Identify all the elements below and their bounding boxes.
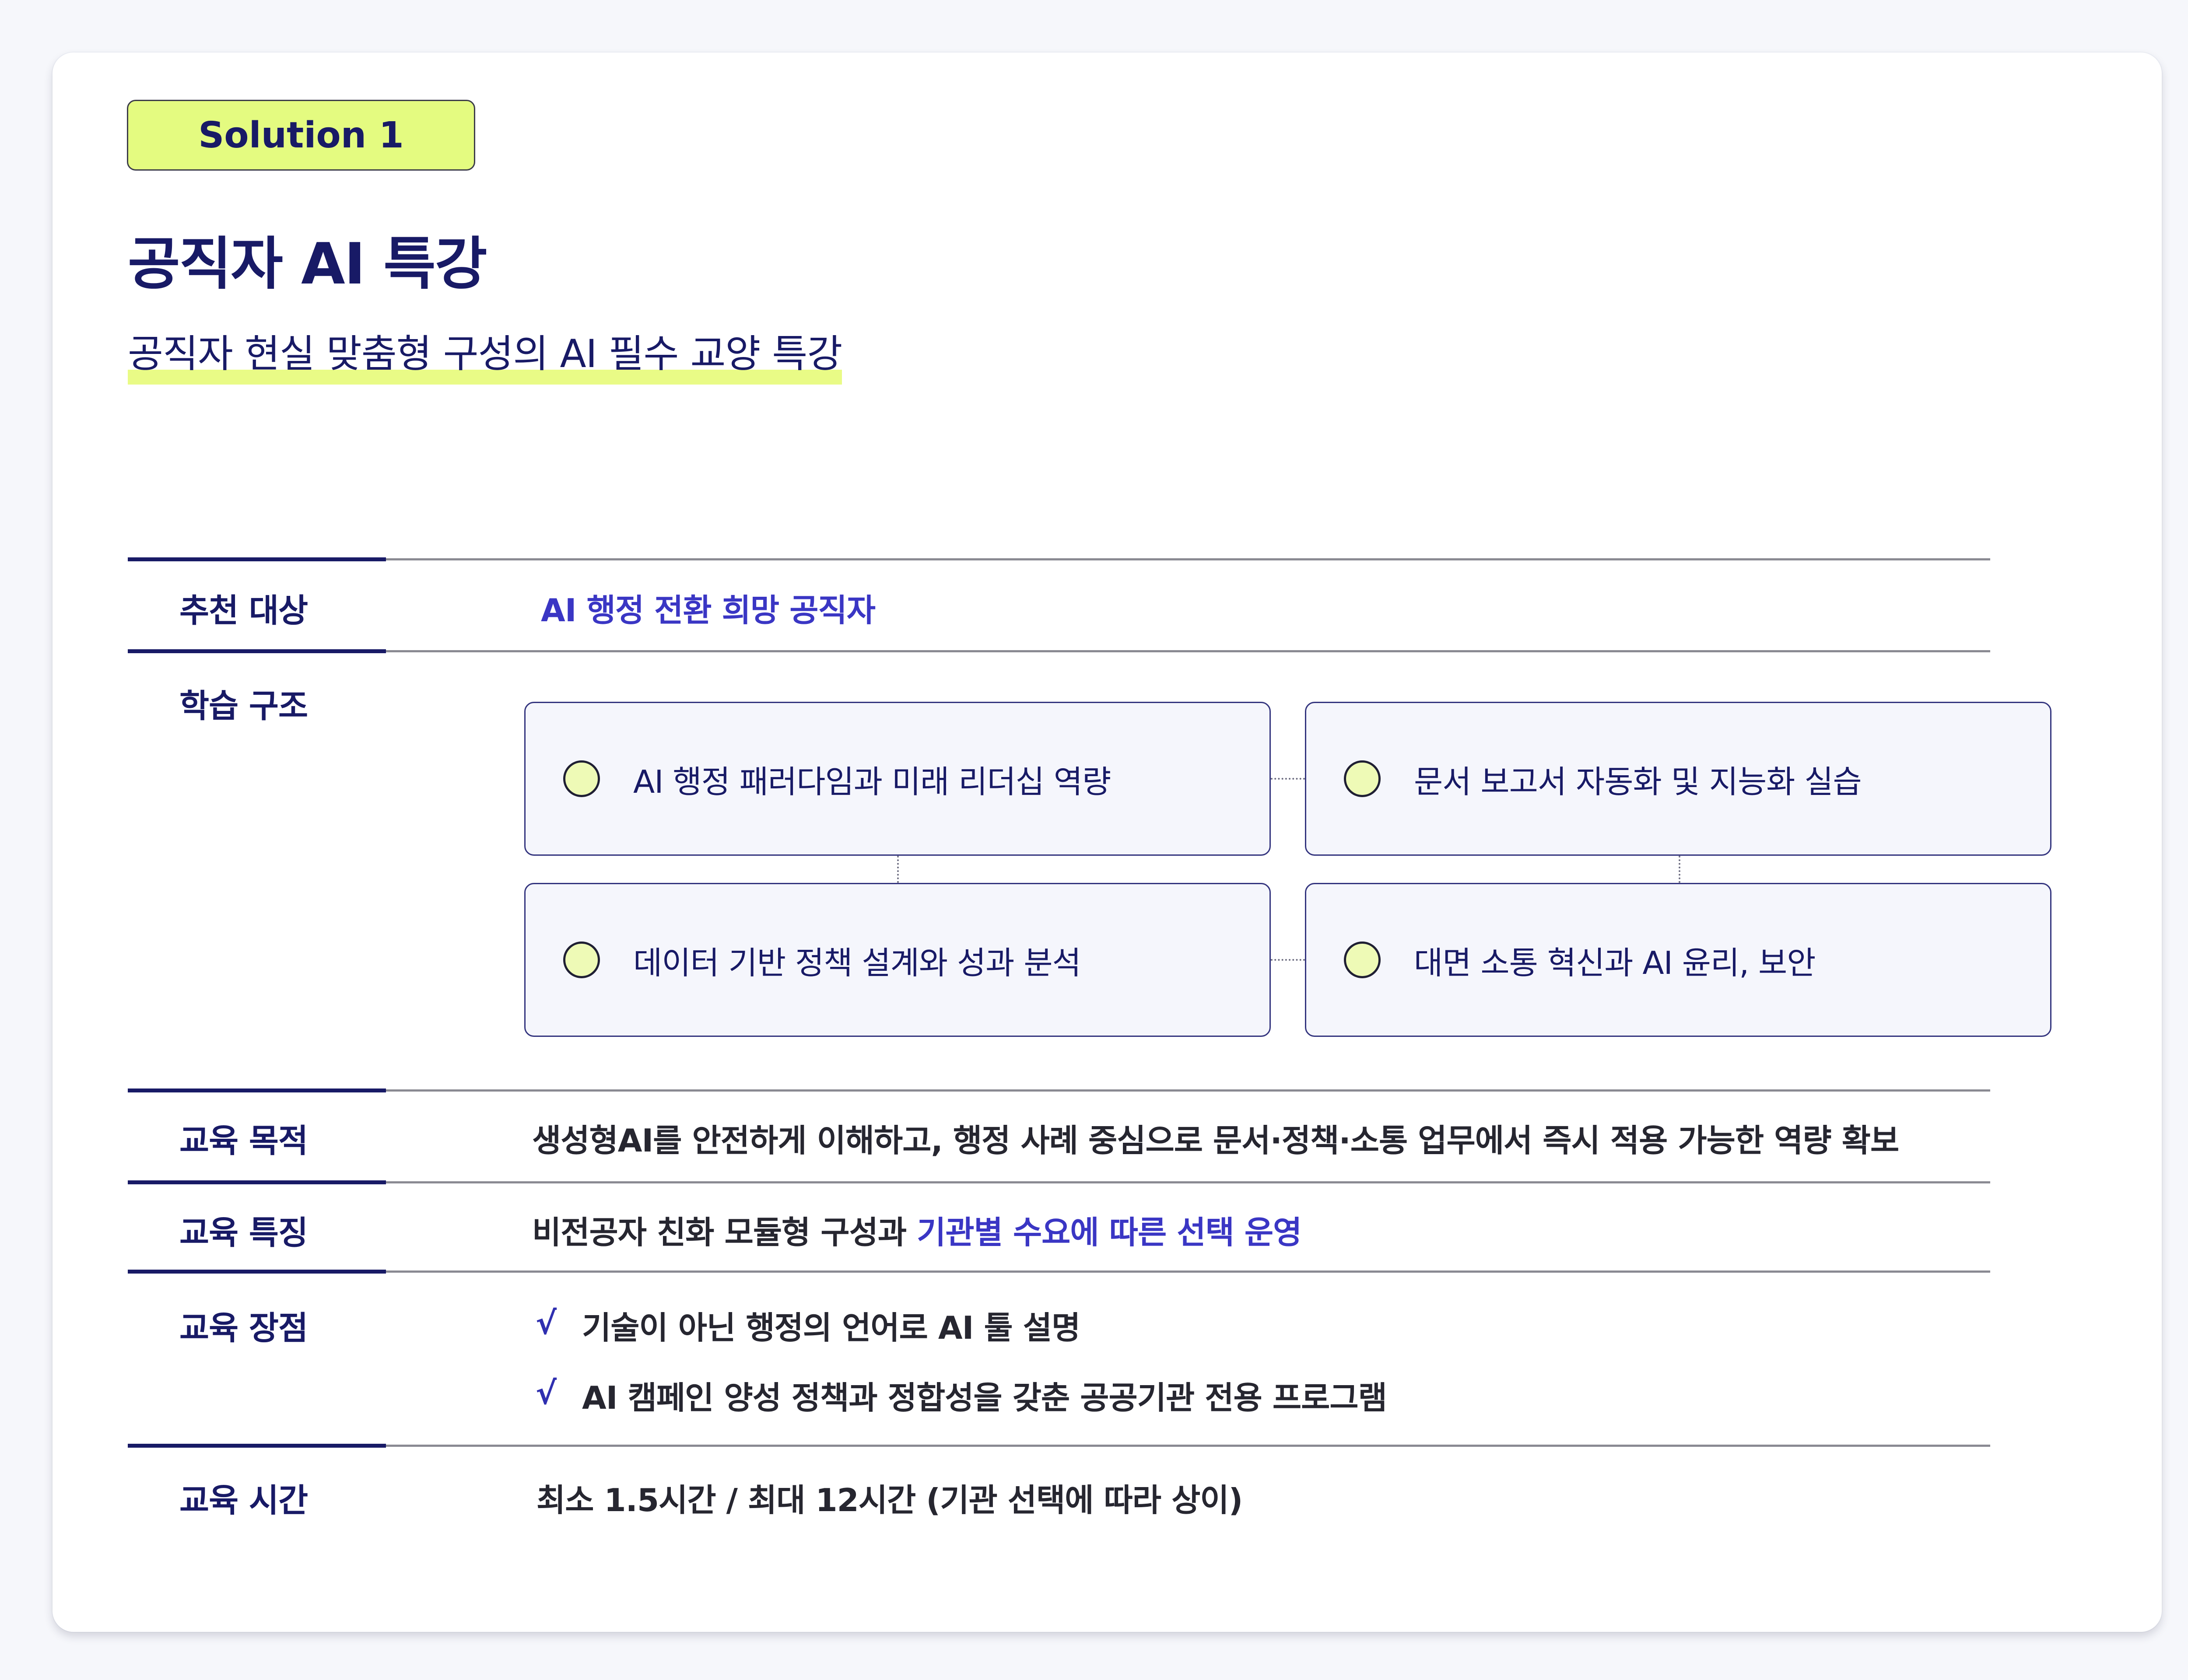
module-4-text: 대면 소통 혁신과 AI 윤리, 보안 xyxy=(1414,944,1816,981)
advantage-item-1: 기술이 아닌 행정의 언어로 AI 툴 설명 xyxy=(582,1309,1080,1346)
subtitle-text: 공직자 현실 맞춤형 구성의 AI 필수 교양 특강 xyxy=(128,331,842,376)
row-divider-duration xyxy=(128,1444,1990,1448)
page-title: 공직자 AI 특강 xyxy=(128,231,487,297)
module-3-text: 데이터 기반 정책 설계와 성과 분석 xyxy=(633,944,1081,981)
circle-bullet-icon xyxy=(563,760,600,797)
duration-value: 최소 1.5시간 / 최대 12시간 (기관 선택에 따라 상이) xyxy=(536,1482,1243,1519)
circle-bullet-icon xyxy=(563,942,600,978)
circle-bullet-icon xyxy=(1344,942,1381,978)
module-card-1: AI 행정 패러다임과 미래 리더십 역량 xyxy=(524,702,1271,856)
module-card-3: 데이터 기반 정책 설계와 성과 분석 xyxy=(524,883,1271,1037)
connector-right xyxy=(1679,856,1680,883)
row-divider-feature xyxy=(128,1180,1990,1184)
check-icon: √ xyxy=(536,1375,557,1411)
connector-top xyxy=(1271,778,1305,780)
check-icon: √ xyxy=(536,1305,557,1341)
row-divider-structure xyxy=(128,649,1990,653)
solution-badge-label: Solution 1 xyxy=(198,114,404,156)
duration-label: 교육 시간 xyxy=(179,1482,308,1519)
row-divider-advantage xyxy=(128,1270,1990,1274)
feature-value-highlight: 기관별 수요에 따른 선택 운영 xyxy=(917,1214,1302,1251)
row-divider-purpose xyxy=(128,1088,1990,1092)
feature-value: 비전공자 친화 모듈형 구성과 기관별 수요에 따른 선택 운영 xyxy=(532,1207,1302,1253)
connector-left xyxy=(897,856,899,883)
connector-bottom xyxy=(1271,959,1305,961)
solution-badge: Solution 1 xyxy=(127,100,475,171)
purpose-value: 생성형AI를 안전하게 이해하고, 행정 사례 중심으로 문서·정책·소통 업무… xyxy=(532,1122,1899,1159)
row-divider-top xyxy=(128,557,1990,561)
advantage-item-2: AI 캠페인 양성 정책과 정합성을 갖춘 공공기관 전용 프로그램 xyxy=(582,1379,1387,1416)
feature-label: 교육 특징 xyxy=(179,1214,308,1252)
page-subtitle: 공직자 현실 맞춤형 구성의 AI 필수 교양 특강 xyxy=(128,323,842,385)
advantage-label: 교육 장점 xyxy=(179,1309,308,1347)
module-1-text: AI 행정 패러다임과 미래 리더십 역량 xyxy=(633,763,1111,800)
target-label: 추천 대상 xyxy=(179,592,308,630)
target-value: AI 행정 전환 희망 공직자 xyxy=(541,592,876,629)
purpose-label: 교육 목적 xyxy=(179,1122,308,1160)
feature-value-plain: 비전공자 친화 모듈형 구성과 xyxy=(532,1214,917,1251)
circle-bullet-icon xyxy=(1344,760,1381,797)
module-card-4: 대면 소통 혁신과 AI 윤리, 보안 xyxy=(1305,883,2051,1037)
module-2-text: 문서 보고서 자동화 및 지능화 실습 xyxy=(1414,763,1862,800)
module-card-2: 문서 보고서 자동화 및 지능화 실습 xyxy=(1305,702,2051,856)
structure-label: 학습 구조 xyxy=(179,687,308,725)
